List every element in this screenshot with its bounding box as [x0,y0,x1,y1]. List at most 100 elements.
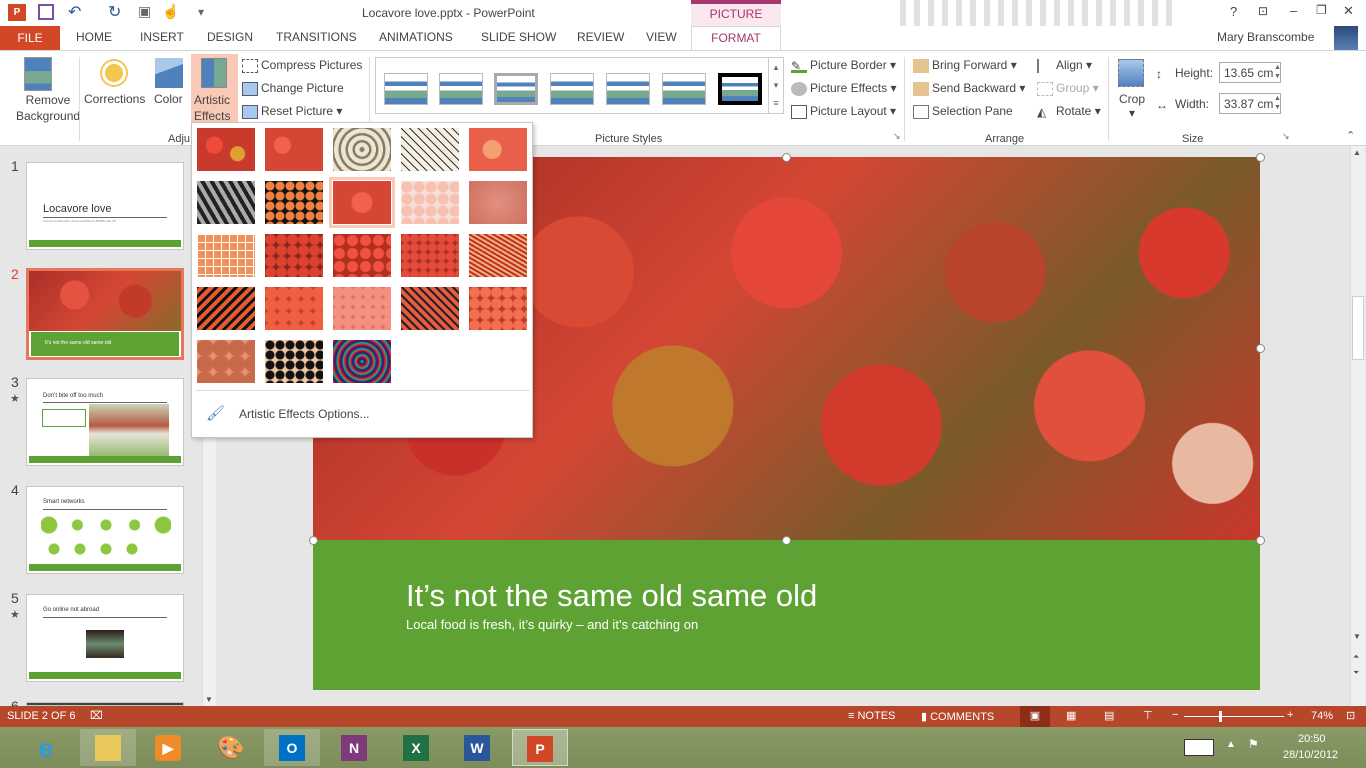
user-avatar[interactable] [1334,26,1358,50]
slide-thumbnail-4[interactable]: Smart networks [26,486,184,574]
size-launcher-icon[interactable]: ↘ [1282,131,1290,142]
resize-handle[interactable] [782,536,791,545]
artistic-effect-option-21[interactable] [196,339,256,384]
touch-keyboard-icon[interactable] [1184,739,1214,756]
artistic-effect-option-12[interactable] [264,233,324,278]
artistic-effect-option-16[interactable] [196,286,256,331]
picture-styles-gallery[interactable]: ▴ ▾ ≡ [375,57,784,114]
artistic-effect-option-17[interactable] [264,286,324,331]
gallery-scroll[interactable]: ▴ ▾ ≡ [768,58,783,113]
picture-styles-launcher-icon[interactable]: ↘ [893,131,901,142]
normal-view-button[interactable]: ▣ [1020,706,1050,727]
artistic-effect-option-19[interactable] [400,286,460,331]
picture-style-5[interactable] [606,73,650,105]
slide-thumbnail-5[interactable]: Go online not abroad [26,594,184,682]
tab-design[interactable]: DESIGN [207,30,253,44]
show-hidden-icons[interactable]: ▲ [1226,739,1236,750]
zoom-slider[interactable] [1184,711,1284,722]
undo-icon[interactable]: ↶ [68,2,81,22]
align-button[interactable]: Align ▾ [1037,58,1092,73]
taskbar-video[interactable]: ▶ [140,729,196,766]
slide-sorter-button[interactable]: ▦ [1066,709,1076,722]
height-input[interactable]: 13.65 cm [1219,62,1281,83]
clock-time[interactable]: 20:50 [1298,733,1326,745]
picture-style-2[interactable] [439,73,483,105]
next-slide-icon[interactable]: ⏷ [1353,668,1359,678]
reading-view-button[interactable]: ▤ [1104,709,1114,722]
picture-style-1[interactable] [384,73,428,105]
artistic-effect-option-11[interactable] [196,233,256,278]
notes-button[interactable]: ≡ NOTES [848,710,895,722]
tab-slide-show[interactable]: SLIDE SHOW [481,30,556,44]
presentation-icon[interactable]: ▣ [138,3,151,20]
artistic-effect-option-14[interactable] [400,233,460,278]
artistic-effect-option-13[interactable] [332,233,392,278]
zoom-slider-thumb[interactable] [1218,711,1222,722]
ribbon-display-options-button[interactable]: ⊡ [1258,4,1268,18]
crop-button[interactable]: Crop ▾ [1119,92,1145,120]
customize-qat-icon[interactable]: ▾ [198,5,204,19]
artistic-effect-option-9[interactable] [400,180,460,225]
fit-to-window-button[interactable]: ⊡ [1346,709,1355,722]
tab-insert[interactable]: INSERT [140,30,184,44]
slide-subtitle[interactable]: Local food is fresh, it’s quirky – and i… [406,617,698,632]
corrections-button[interactable]: Corrections [84,92,145,106]
artistic-effects-button[interactable]: ArtisticEffects ▾ [191,54,238,139]
scroll-down-icon[interactable]: ▼ [1353,632,1361,641]
tab-file[interactable]: FILE [0,26,60,50]
artistic-effect-option-1[interactable] [196,127,256,172]
collapse-ribbon-icon[interactable]: ⌃ [1346,129,1355,142]
slide-scrollbar[interactable]: ▲ ▼ ⏶ ⏷ [1350,146,1365,706]
zoom-level[interactable]: 74% [1311,710,1333,722]
resize-handle[interactable] [782,153,791,162]
artistic-effect-option-18[interactable] [332,286,392,331]
width-input[interactable]: 33.87 cm [1219,93,1281,114]
action-center-flag-icon[interactable]: ⚑ [1248,737,1259,751]
resize-handle[interactable] [1256,536,1265,545]
previous-slide-icon[interactable]: ⏶ [1353,652,1359,662]
compress-pictures-button[interactable]: Compress Pictures [242,58,362,73]
taskbar-excel[interactable]: X [388,729,444,766]
artistic-effect-option-8[interactable] [329,177,395,228]
tab-animations[interactable]: ANIMATIONS [379,30,453,44]
taskbar-word[interactable]: W [449,729,505,766]
picture-effects-button[interactable]: Picture Effects ▾ [791,81,897,96]
artistic-effect-option-3[interactable] [332,127,392,172]
taskbar-paint[interactable]: 🎨 [202,729,258,766]
picture-layout-button[interactable]: Picture Layout ▾ [791,104,896,119]
reset-picture-button[interactable]: Reset Picture ▾ [242,104,342,119]
user-name[interactable]: Mary Branscombe [1217,30,1314,44]
zoom-in-button[interactable]: + [1287,709,1293,721]
tab-format[interactable]: FORMAT [691,26,781,51]
taskbar-onenote[interactable]: N [326,729,382,766]
send-backward-button[interactable]: Send Backward ▾ [913,81,1025,96]
save-icon[interactable] [38,4,54,20]
tab-transitions[interactable]: TRANSITIONS [276,30,357,44]
slide-thumbnail-3[interactable]: Don’t bite off too much [26,378,184,466]
picture-style-4[interactable] [550,73,594,105]
taskbar-file-explorer[interactable] [80,729,136,766]
taskbar-powerpoint[interactable]: P [512,729,568,766]
resize-handle[interactable] [1256,344,1265,353]
artistic-effect-option-20[interactable] [468,286,528,331]
picture-style-6[interactable] [662,73,706,105]
tab-home[interactable]: HOME [76,30,112,44]
spell-check-icon[interactable]: ⌧ [90,709,103,722]
change-picture-button[interactable]: Change Picture [242,81,344,96]
height-spinner[interactable]: ▲ ▼ [1274,63,1281,81]
color-button[interactable]: Color [154,92,183,106]
help-button[interactable]: ? [1230,4,1237,19]
group-button[interactable]: Group ▾ [1037,81,1099,96]
slide-thumbnail-1[interactable]: Locavore love LOCAL FOOD AND LOCAL EATIN… [26,162,184,250]
artistic-effect-option-5[interactable] [468,127,528,172]
clock-date[interactable]: 28/10/2012 [1283,749,1338,761]
selection-pane-button[interactable]: Selection Pane [913,104,1013,119]
touch-mode-icon[interactable]: ☝ [162,3,179,20]
taskbar-internet-explorer[interactable]: e [18,729,74,766]
artistic-effects-options-item[interactable]: 🖌 Artistic Effects Options... [196,401,530,427]
minimize-button[interactable]: – [1290,3,1297,18]
rotate-button[interactable]: ◭ Rotate ▾ [1037,104,1101,119]
slide-show-button[interactable]: ⊤ [1143,709,1153,722]
remove-background-button[interactable]: Remove Background [16,92,80,124]
taskbar-outlook[interactable]: O [264,729,320,766]
